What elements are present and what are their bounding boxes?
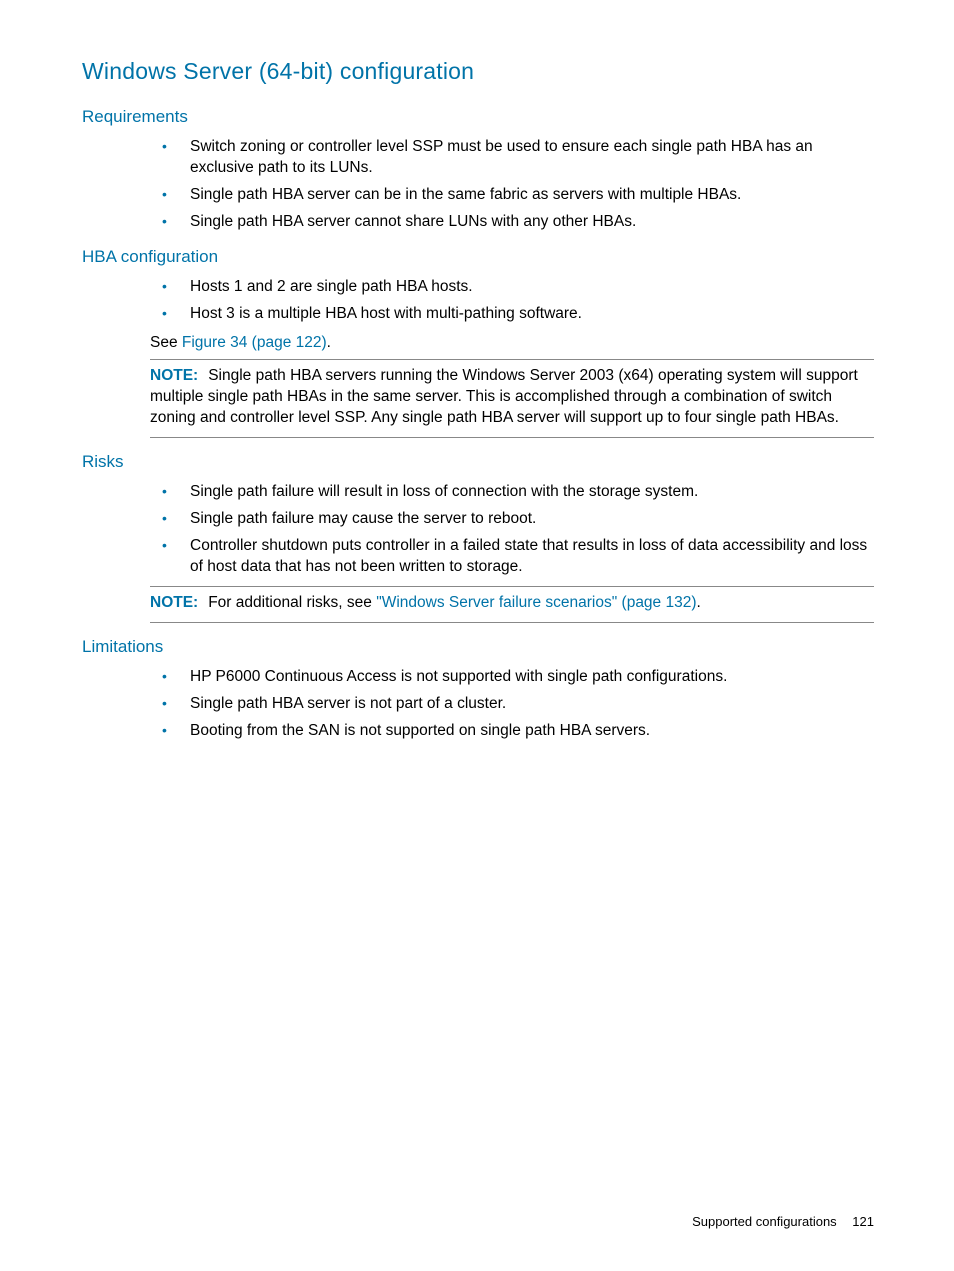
note-content: NOTE: For additional risks, see "Windows … <box>150 593 874 614</box>
see-prefix: See <box>150 334 182 351</box>
see-reference: See Figure 34 (page 122). <box>150 333 874 354</box>
heading-risks: Risks <box>82 452 874 472</box>
figure-link[interactable]: Figure 34 (page 122) <box>182 334 327 351</box>
heading-hba-configuration: HBA configuration <box>82 247 874 267</box>
footer-page-number: 121 <box>852 1214 874 1229</box>
note-suffix: . <box>697 594 701 611</box>
note-box-hba: NOTE:Single path HBA servers running the… <box>150 359 874 438</box>
note-prefix: For additional risks, see <box>208 594 376 611</box>
page-footer: Supported configurations 121 <box>692 1214 874 1229</box>
heading-limitations: Limitations <box>82 637 874 657</box>
note-label: NOTE: <box>150 367 198 384</box>
see-suffix: . <box>327 334 331 351</box>
list-item: Switch zoning or controller level SSP mu… <box>190 137 874 179</box>
risks-list: Single path failure will result in loss … <box>150 482 874 578</box>
list-item: HP P6000 Continuous Access is not suppor… <box>190 667 874 688</box>
page-title: Windows Server (64-bit) configuration <box>82 58 874 85</box>
limitations-list: HP P6000 Continuous Access is not suppor… <box>150 667 874 742</box>
list-item: Hosts 1 and 2 are single path HBA hosts. <box>190 277 874 298</box>
note-box-risks: NOTE: For additional risks, see "Windows … <box>150 586 874 623</box>
footer-section: Supported configurations <box>692 1214 837 1229</box>
list-item: Single path HBA server can be in the sam… <box>190 185 874 206</box>
list-item: Single path failure may cause the server… <box>190 509 874 530</box>
hba-list: Hosts 1 and 2 are single path HBA hosts.… <box>150 277 874 325</box>
list-item: Controller shutdown puts controller in a… <box>190 536 874 578</box>
note-content: NOTE:Single path HBA servers running the… <box>150 366 874 429</box>
requirements-block: Switch zoning or controller level SSP mu… <box>150 137 874 233</box>
list-item: Booting from the SAN is not supported on… <box>190 721 874 742</box>
heading-requirements: Requirements <box>82 107 874 127</box>
requirements-list: Switch zoning or controller level SSP mu… <box>150 137 874 233</box>
list-item: Single path HBA server is not part of a … <box>190 694 874 715</box>
list-item: Single path HBA server cannot share LUNs… <box>190 212 874 233</box>
note-label: NOTE: <box>150 594 198 611</box>
list-item: Single path failure will result in loss … <box>190 482 874 503</box>
hba-block: Hosts 1 and 2 are single path HBA hosts.… <box>150 277 874 439</box>
note-body: Single path HBA servers running the Wind… <box>150 367 858 426</box>
limitations-block: HP P6000 Continuous Access is not suppor… <box>150 667 874 742</box>
scenarios-link[interactable]: "Windows Server failure scenarios" (page… <box>376 594 696 611</box>
risks-block: Single path failure will result in loss … <box>150 482 874 623</box>
list-item: Host 3 is a multiple HBA host with multi… <box>190 304 874 325</box>
